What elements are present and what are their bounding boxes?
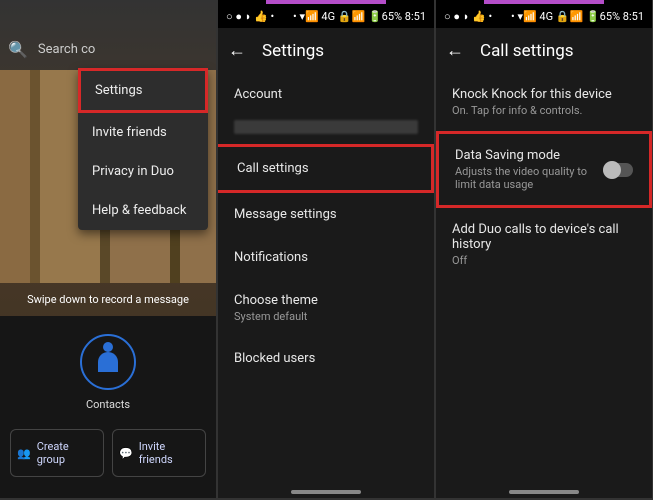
call-settings-header: ← Call settings [436, 28, 652, 73]
settings-notifications[interactable]: Notifications [218, 236, 434, 279]
data-saving-item[interactable]: Data Saving mode Adjusts the video quali… [436, 131, 652, 208]
search-placeholder: Search co [38, 42, 95, 57]
invite-friends-label: Invite friends [139, 440, 199, 466]
call-history-sub: Off [452, 254, 636, 267]
contacts-button[interactable] [80, 334, 136, 390]
invite-friends-button[interactable]: 💬 Invite friends [112, 429, 206, 477]
settings-choose-theme[interactable]: Choose theme System default [218, 279, 434, 337]
contacts-label: Contacts [0, 398, 216, 411]
group-icon: 👥 [17, 447, 31, 460]
menu-settings[interactable]: Settings [78, 68, 208, 113]
knock-knock-label: Knock Knock for this device [452, 87, 636, 102]
bottom-panel: Contacts 👥 Create group 💬 Invite friends [0, 316, 216, 498]
search-bar[interactable]: 🔍 Search co [0, 28, 216, 71]
data-saving-toggle[interactable] [603, 163, 633, 177]
swipe-hint: Swipe down to record a message [0, 293, 216, 306]
screen-home: ○ ● ◗ 👍 • • ▾📶 4G 🔒📶 🔋65% 8:51 🔍 Search … [0, 0, 216, 498]
create-group-label: Create group [37, 440, 97, 466]
status-bar: ○ ● ◗ 👍 • • ▾📶 4G 🔒📶 🔋65% 8:51 [218, 4, 434, 28]
settings-account[interactable]: Account [218, 73, 434, 116]
nav-pill[interactable] [291, 490, 361, 494]
choose-theme-sub: System default [234, 310, 418, 323]
data-saving-label: Data Saving mode [455, 148, 595, 163]
search-icon: 🔍 [8, 40, 28, 59]
screen-call-settings: ○ ● ◗ 👍 • • ▾📶 4G 🔒📶 🔋65% 8:51 ← Call se… [436, 0, 652, 498]
overflow-menu: Settings Invite friends Privacy in Duo H… [78, 68, 208, 230]
settings-header: ← Settings [218, 28, 434, 73]
back-icon[interactable]: ← [446, 40, 464, 61]
screen-settings: ○ ● ◗ 👍 • • ▾📶 4G 🔒📶 🔋65% 8:51 ← Setting… [218, 0, 434, 498]
call-history-item[interactable]: Add Duo calls to device's call history O… [436, 208, 652, 281]
person-icon [98, 352, 118, 372]
knock-knock-sub: On. Tap for info & controls. [452, 104, 636, 117]
settings-title: Settings [262, 41, 324, 61]
call-history-label: Add Duo calls to device's call history [452, 222, 636, 252]
choose-theme-label: Choose theme [234, 293, 418, 308]
menu-help-feedback[interactable]: Help & feedback [78, 191, 208, 230]
knock-knock-item[interactable]: Knock Knock for this device On. Tap for … [436, 73, 652, 131]
account-value-blurred [234, 120, 418, 134]
status-bar: ○ ● ◗ 👍 • • ▾📶 4G 🔒📶 🔋65% 8:51 [436, 4, 652, 28]
settings-call-settings[interactable]: Call settings [218, 144, 434, 193]
chat-icon: 💬 [119, 447, 133, 460]
create-group-button[interactable]: 👥 Create group [10, 429, 104, 477]
menu-privacy[interactable]: Privacy in Duo [78, 152, 208, 191]
data-saving-sub: Adjusts the video quality to limit data … [455, 165, 595, 191]
call-settings-title: Call settings [480, 41, 574, 61]
settings-message-settings[interactable]: Message settings [218, 193, 434, 236]
settings-blocked-users[interactable]: Blocked users [218, 337, 434, 380]
back-icon[interactable]: ← [228, 40, 246, 61]
nav-pill[interactable] [509, 490, 579, 494]
menu-invite-friends[interactable]: Invite friends [78, 113, 208, 152]
